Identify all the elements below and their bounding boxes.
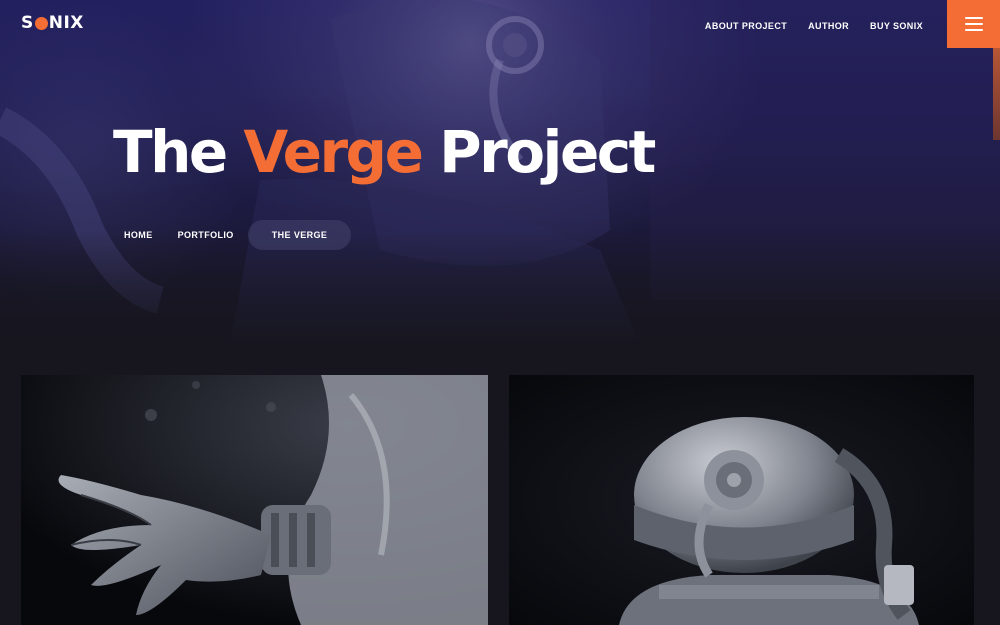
- breadcrumb-current: THE VERGE: [247, 220, 352, 250]
- hero-section: S NIX ABOUT PROJECT AUTHOR BUY SONIX The…: [0, 0, 1000, 345]
- breadcrumb: HOME PORTFOLIO THE VERGE: [124, 220, 352, 250]
- nav-author[interactable]: AUTHOR: [808, 21, 849, 31]
- site-logo[interactable]: S NIX: [21, 13, 84, 33]
- gallery-item-glove[interactable]: [21, 375, 488, 625]
- astronaut-glove-image: [21, 375, 488, 625]
- logo-text-start: S: [21, 13, 34, 33]
- title-highlight: Verge: [243, 118, 424, 186]
- hamburger-icon: [964, 17, 983, 31]
- main-nav: ABOUT PROJECT AUTHOR BUY SONIX: [705, 21, 923, 31]
- nav-buy-sonix[interactable]: BUY SONIX: [870, 21, 923, 31]
- astronaut-helmet-image: [509, 375, 974, 625]
- logo-text-end: NIX: [48, 13, 84, 33]
- page: S NIX ABOUT PROJECT AUTHOR BUY SONIX The…: [0, 0, 1000, 625]
- menu-button[interactable]: [947, 0, 1000, 48]
- title-part-2: Project: [421, 118, 656, 186]
- gallery-item-helmet[interactable]: [509, 375, 974, 625]
- nav-about-project[interactable]: ABOUT PROJECT: [705, 21, 787, 31]
- edge-decoration: [993, 48, 1000, 140]
- breadcrumb-home[interactable]: HOME: [124, 220, 153, 250]
- title-part-1: The: [113, 118, 244, 186]
- logo-dot-icon: [34, 16, 48, 30]
- page-title: The Verge Project: [113, 118, 656, 188]
- breadcrumb-portfolio[interactable]: PORTFOLIO: [178, 220, 234, 250]
